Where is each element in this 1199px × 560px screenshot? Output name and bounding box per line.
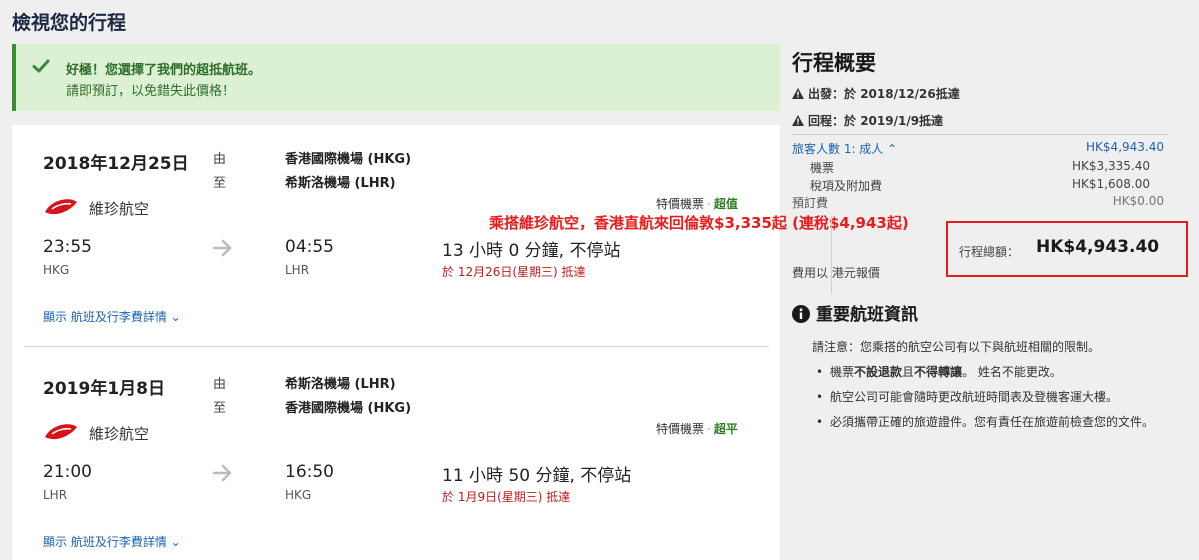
important-info-intro: 請注意：您乘搭的航空公司有以下與航班相關的限制。 xyxy=(812,340,1101,354)
total-label: 行程總額： xyxy=(959,245,1020,259)
origin-airport: 香港國際機場 (HKG) xyxy=(285,152,412,167)
outbound-summary: 出發：於 2018/12/26抵達 xyxy=(792,85,960,102)
show-details-link[interactable]: 顯示 航班及行李費詳情 ⌄ xyxy=(43,533,181,550)
alert-headline: 好極！您選擇了我們的超抵航班。 xyxy=(66,63,262,78)
list-item: 航空公司可能會隨時更改航班時間表及登機客運大樓。 xyxy=(812,388,1172,406)
currency-note: 費用以 港元報價 xyxy=(792,266,880,280)
leg-date: 2019年1月8日 xyxy=(43,379,165,399)
ticket-price: HK$3,335.40 xyxy=(1072,159,1150,173)
destination-airport: 希斯洛機場 (LHR) xyxy=(285,176,396,191)
depart-time: 23:55 xyxy=(43,237,92,257)
fare-type-label: 特價機票 xyxy=(656,197,705,211)
summary-title: 行程概要 xyxy=(792,51,876,75)
depart-code: LHR xyxy=(43,488,68,502)
arrive-code: LHR xyxy=(285,263,310,277)
check-icon xyxy=(32,59,50,73)
summary-vertical-divider xyxy=(831,216,832,294)
airline-name: 維珍航空 xyxy=(89,425,150,443)
info-icon xyxy=(792,305,810,323)
success-alert: 好極！您選擇了我們的超抵航班。 請即預訂，以免錯失此價格！ xyxy=(12,44,780,111)
arrive-time: 04:55 xyxy=(285,237,334,257)
depart-code: HKG xyxy=(43,263,70,277)
total-box: 行程總額： HK$4,943.40 xyxy=(946,221,1188,277)
chevron-down-icon: ⌄ xyxy=(170,310,181,324)
from-label: 由 xyxy=(213,377,227,392)
fare-tag: 超平 xyxy=(713,422,738,436)
promo-annotation: 乘搭維珍航空，香港直航來回倫敦$3,335起 (連稅$4,943起) xyxy=(489,214,909,232)
chevron-up-icon: ⌃ xyxy=(887,142,898,156)
warning-icon xyxy=(792,88,804,99)
airline-name: 維珍航空 xyxy=(89,200,150,218)
arrival-date-note: 於 12月26日(星期三) 抵達 xyxy=(442,265,586,279)
arrival-date-note: 於 1月9日(星期三) 抵達 xyxy=(442,490,571,504)
itinerary-card: 2018年12月25日 由 至 香港國際機場 (HKG) 希斯洛機場 (LHR)… xyxy=(12,125,780,560)
leg-divider xyxy=(24,346,769,347)
summary-divider xyxy=(792,134,1168,135)
booking-fee-label: 預訂費 xyxy=(792,196,829,210)
virgin-logo-icon xyxy=(45,199,77,215)
alert-message: 請即預訂，以免錯失此價格！ xyxy=(66,84,236,99)
page-title: 檢視您的行程 xyxy=(12,12,127,34)
from-label: 由 xyxy=(213,152,227,167)
list-item: 必須攜帶正確的旅遊證件。您有責任在旅遊前檢查您的文件。 xyxy=(812,413,1172,431)
travelers-label: 旅客人數 1: 成人 xyxy=(792,142,884,156)
ticket-label: 機票 xyxy=(810,161,835,175)
taxes-price: HK$1,608.00 xyxy=(1072,177,1150,191)
return-summary: 回程：於 2019/1/9抵達 xyxy=(792,112,943,129)
total-price: HK$4,943.40 xyxy=(1036,237,1160,257)
chevron-down-icon: ⌄ xyxy=(170,535,181,549)
flight-duration: 13 小時 0 分鐘, 不停站 xyxy=(442,241,621,261)
fare-type: 特價機票 · 超值 xyxy=(656,197,738,211)
to-label: 至 xyxy=(213,176,227,191)
arrow-right-icon xyxy=(212,464,232,482)
leg-date: 2018年12月25日 xyxy=(43,154,189,174)
depart-time: 21:00 xyxy=(43,462,92,482)
warning-icon xyxy=(792,115,804,126)
taxes-label: 稅項及附加費 xyxy=(810,179,883,193)
list-item: 機票不設退款且不得轉讓。 姓名不能更改。 xyxy=(812,363,1172,381)
fare-tag: 超值 xyxy=(713,197,738,211)
restrictions-list: 機票不設退款且不得轉讓。 姓名不能更改。 航空公司可能會隨時更改航班時間表及登機… xyxy=(812,363,1172,438)
fare-type: 特價機票 · 超平 xyxy=(656,422,738,436)
flight-duration: 11 小時 50 分鐘, 不停站 xyxy=(442,466,632,486)
origin-airport: 希斯洛機場 (LHR) xyxy=(285,377,396,392)
show-details-link[interactable]: 顯示 航班及行李費詳情 ⌄ xyxy=(43,308,181,325)
arrive-code: HKG xyxy=(285,488,312,502)
destination-airport: 香港國際機場 (HKG) xyxy=(285,401,412,416)
important-info-title: 重要航班資訊 xyxy=(792,300,918,325)
arrow-right-icon xyxy=(212,239,232,257)
to-label: 至 xyxy=(213,401,227,416)
virgin-logo-icon xyxy=(45,424,77,440)
fare-type-label: 特價機票 xyxy=(656,422,705,436)
travelers-total: HK$4,943.40 xyxy=(1086,140,1164,154)
booking-fee-price: HK$0.00 xyxy=(1112,194,1164,208)
arrive-time: 16:50 xyxy=(285,462,334,482)
